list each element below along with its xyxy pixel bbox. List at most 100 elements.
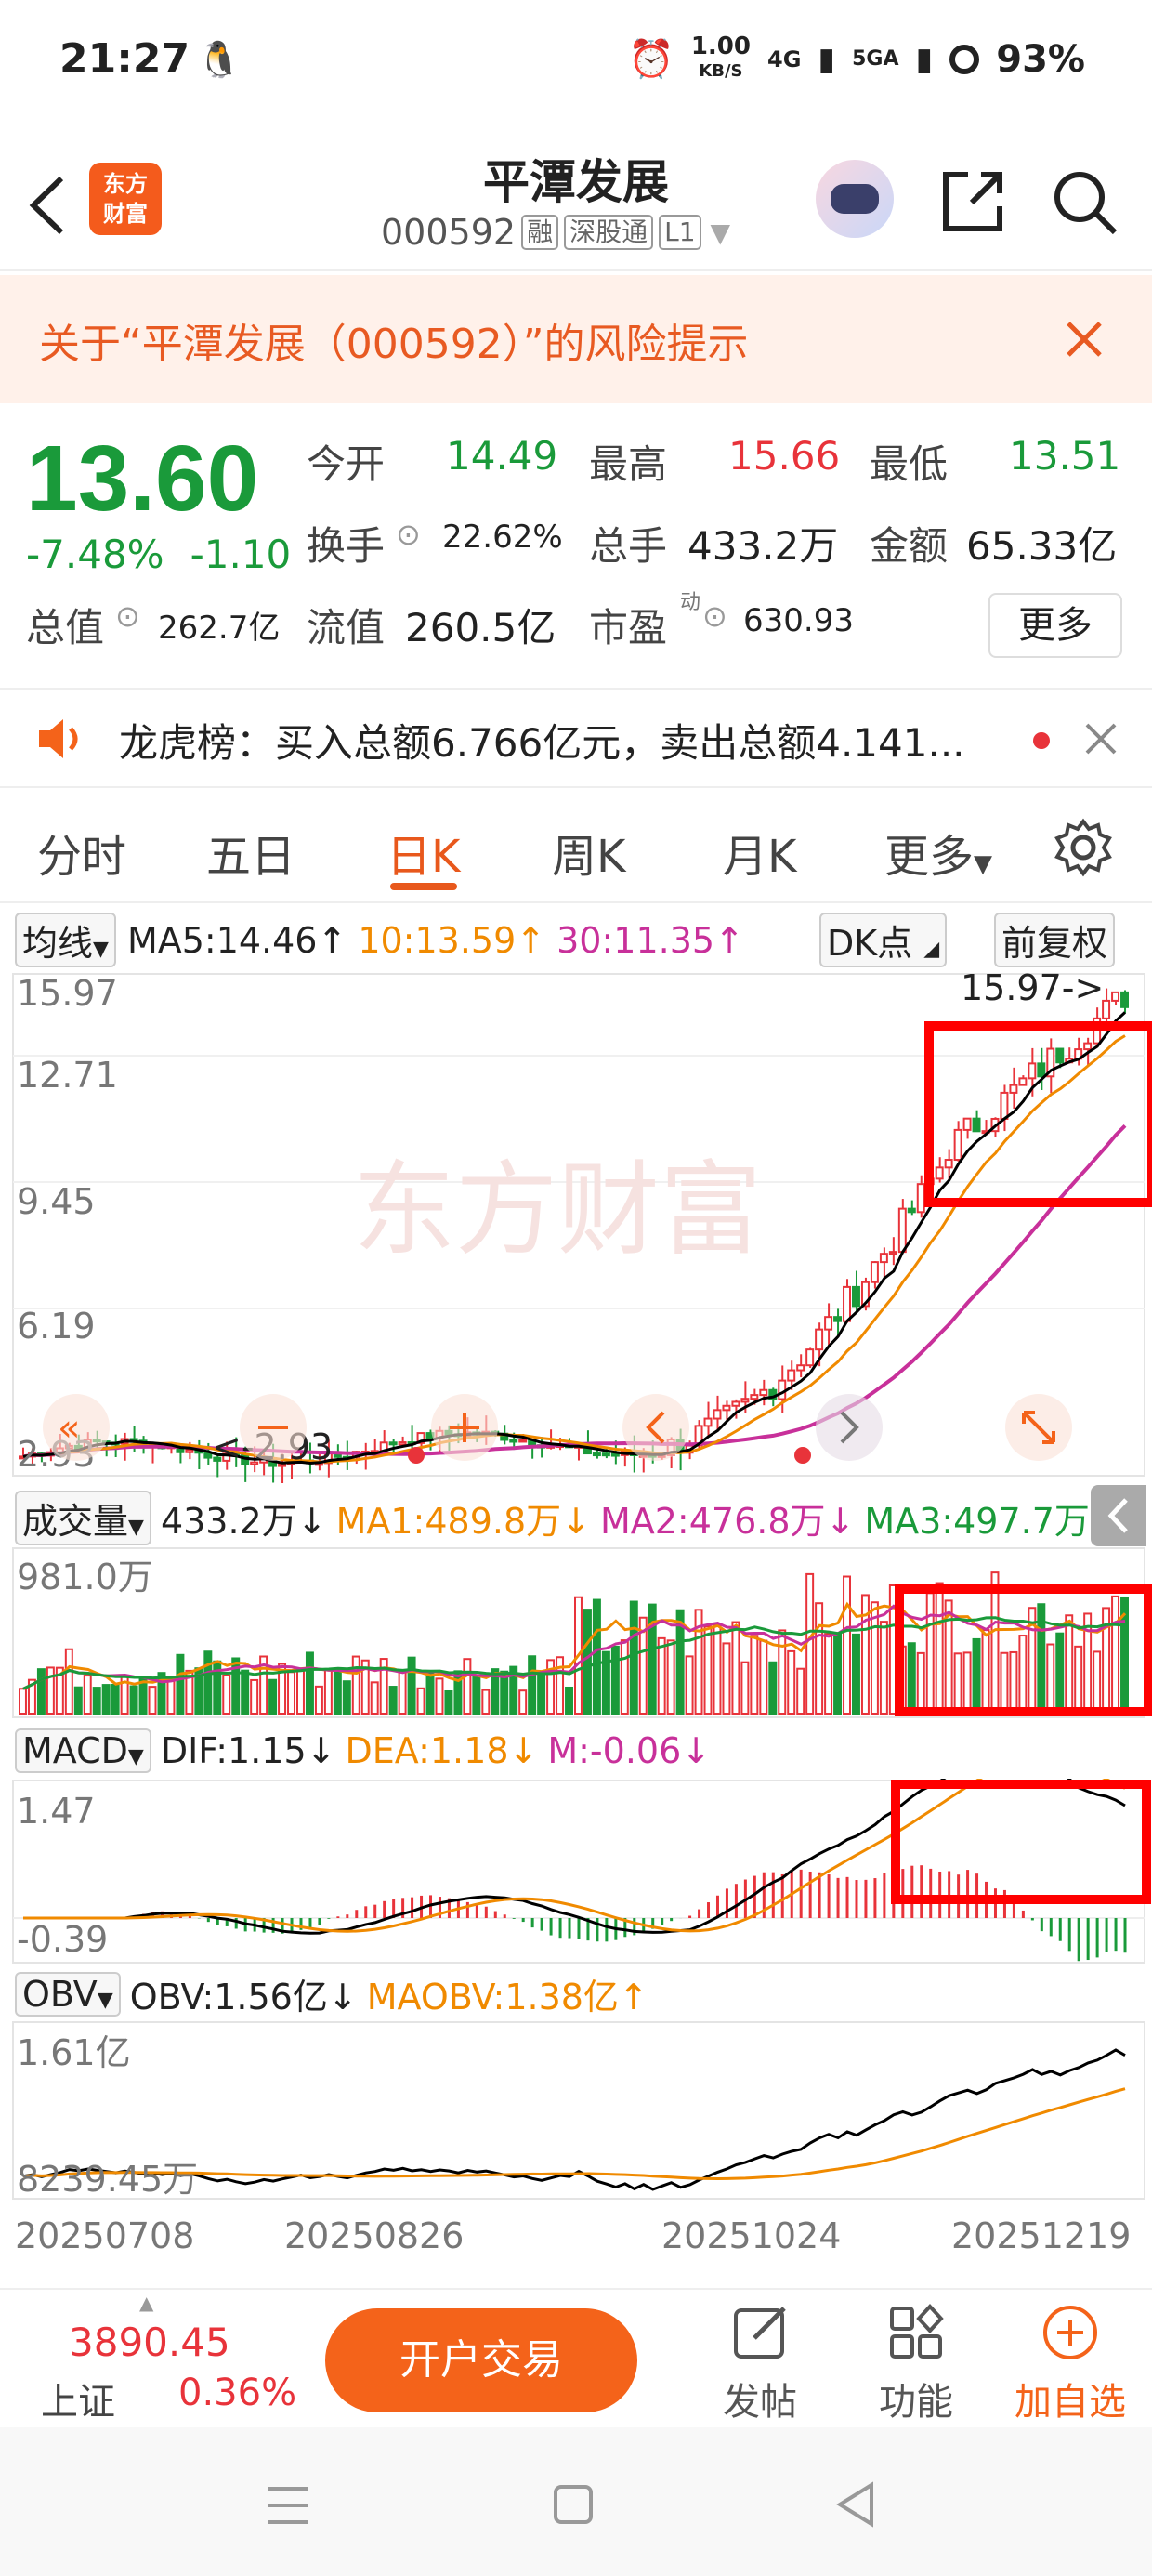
close-icon[interactable] bbox=[1065, 320, 1104, 359]
collapse-panel-button[interactable] bbox=[1091, 1485, 1146, 1546]
volume-bar bbox=[92, 1687, 101, 1715]
candle-body bbox=[1111, 991, 1120, 1002]
chevron-left-icon bbox=[1107, 1498, 1128, 1533]
kline-chart[interactable]: 东方财富 15.97 12.71 9.45 6.19 2.93 15.97-> … bbox=[0, 966, 1152, 1483]
y-label-0: 15.97 bbox=[17, 973, 118, 1014]
volume-selector[interactable]: 成交量▼ bbox=[15, 1491, 151, 1545]
robot-avatar[interactable] bbox=[816, 160, 894, 238]
scroll-right-button[interactable] bbox=[816, 1394, 883, 1461]
function-label: 功能 bbox=[879, 2381, 953, 2424]
risk-banner[interactable]: 关于“平潭发展（000592）”的风险提示 bbox=[0, 275, 1152, 403]
tab-more-label: 更多 bbox=[884, 831, 975, 883]
volume-bar bbox=[1111, 1595, 1120, 1715]
obv-chart[interactable]: 1.61亿 8239.45万 bbox=[0, 2020, 1152, 2206]
status-bar: 21:27 🐧 ⏰ 1.00 KB/S 4G ▮ 5GA ▮ 93% bbox=[0, 0, 1152, 139]
post-button[interactable]: 发帖 bbox=[704, 2303, 816, 2425]
settings-icon[interactable] bbox=[1054, 818, 1113, 877]
high-value: 15.66 bbox=[728, 433, 841, 479]
volume-bar bbox=[351, 1655, 360, 1715]
add-watchlist-button[interactable]: 加自选 bbox=[1015, 2303, 1126, 2425]
macd-selector[interactable]: MACD▼ bbox=[15, 1728, 151, 1773]
volume-bar bbox=[666, 1639, 675, 1715]
tag-connect: 深股通 bbox=[564, 215, 654, 250]
zoom-out-fast-button[interactable]: « bbox=[43, 1394, 110, 1461]
signal-dot-2[interactable] bbox=[794, 1447, 811, 1464]
volume-bar bbox=[305, 1651, 314, 1715]
candle-body bbox=[833, 1316, 843, 1322]
close-icon-2[interactable] bbox=[1083, 721, 1119, 756]
macd-legend: MACD▼ DIF:1.15↓ DEA:1.18↓ M:-0.06↓ bbox=[15, 1728, 711, 1773]
menu-icon[interactable] bbox=[266, 2485, 310, 2526]
adjust-button[interactable]: 前复权 bbox=[994, 913, 1116, 967]
tab-weekly-k[interactable]: 周K bbox=[552, 820, 625, 885]
volume-bar bbox=[583, 1609, 592, 1715]
y-label-1: 12.71 bbox=[17, 1055, 118, 1096]
dk-button[interactable]: DK点 ◢ bbox=[819, 913, 948, 967]
vol-ma2: MA2:476.8万↓ bbox=[599, 1501, 856, 1542]
candle-body bbox=[1028, 1062, 1037, 1080]
caret-down-icon: ▼ bbox=[710, 217, 731, 248]
volume-bar bbox=[407, 1656, 416, 1715]
volume-selector-label: 成交量 bbox=[22, 1501, 129, 1542]
tab-daily-k[interactable]: 日K bbox=[386, 820, 460, 885]
vol-ma1: MA1:489.8万↓ bbox=[335, 1501, 591, 1542]
edit-icon bbox=[734, 2307, 786, 2359]
function-button[interactable]: 功能 bbox=[860, 2303, 972, 2425]
macd-chart[interactable]: 1.47 -0.39 bbox=[0, 1779, 1152, 1965]
tag-level: L1 bbox=[659, 215, 701, 250]
change-amt: -1.10 bbox=[190, 532, 292, 577]
unread-dot bbox=[1033, 732, 1050, 749]
volume-bar bbox=[787, 1649, 796, 1715]
speaker-icon bbox=[39, 719, 78, 758]
candle-body bbox=[879, 1253, 888, 1264]
zoom-plus-button[interactable] bbox=[431, 1394, 498, 1461]
volume-bar bbox=[537, 1671, 546, 1715]
grid-icon bbox=[890, 2304, 944, 2359]
volume-bar bbox=[46, 1666, 55, 1715]
volume-bar bbox=[629, 1600, 638, 1715]
home-icon[interactable] bbox=[552, 2483, 595, 2526]
zoom-minus-button[interactable] bbox=[240, 1394, 307, 1461]
volume-bar bbox=[1009, 1650, 1018, 1715]
volume-bar bbox=[1055, 1632, 1065, 1715]
scroll-left-button[interactable] bbox=[622, 1394, 689, 1461]
search-icon[interactable] bbox=[1050, 167, 1120, 238]
net-speed-value: 1.00 bbox=[690, 33, 751, 60]
vol-y-label: 981.0万 bbox=[17, 1557, 153, 1597]
tab-monthly-k[interactable]: 月K bbox=[723, 820, 796, 885]
info-icon-3[interactable]: ⊙ bbox=[702, 598, 727, 634]
stock-code: 000592 bbox=[381, 212, 517, 253]
stock-code-row[interactable]: 000592 融 深股通 L1 ▼ bbox=[381, 212, 730, 253]
info-icon-2[interactable]: ⊙ bbox=[115, 598, 140, 634]
tab-five-day[interactable]: 五日 bbox=[206, 820, 295, 885]
ma-selector[interactable]: 均线▼ bbox=[15, 913, 116, 967]
dragon-tiger-bar[interactable]: 龙虎榜：买入总额6.766亿元，卖出总额4.141... bbox=[0, 688, 1152, 788]
volume-value: 433.2万 bbox=[687, 523, 839, 569]
macd-dea: DEA:1.18↓ bbox=[345, 1730, 539, 1771]
ma-selector-label: 均线 bbox=[22, 923, 94, 964]
ma-legend: 均线▼ MA5:14.46↑ 10:13.59↑ 30:11.35↑ bbox=[15, 913, 744, 967]
date-label-2: 20251024 bbox=[661, 2215, 842, 2256]
volume-bar bbox=[472, 1676, 481, 1715]
more-button[interactable]: 更多 bbox=[988, 593, 1122, 658]
volume-bar bbox=[416, 1687, 425, 1715]
signal-dot-1[interactable] bbox=[408, 1447, 425, 1464]
volume-chart[interactable]: 981.0万 bbox=[0, 1546, 1152, 1719]
back-nav-icon[interactable] bbox=[834, 2481, 877, 2528]
info-icon[interactable]: ⊙ bbox=[396, 517, 421, 552]
volume-bar bbox=[101, 1684, 111, 1715]
index-value[interactable]: 3890.45 bbox=[69, 2320, 230, 2365]
share-icon[interactable] bbox=[938, 167, 1007, 236]
fullscreen-button[interactable] bbox=[1005, 1394, 1072, 1461]
ma30-value: 30:11.35↑ bbox=[556, 919, 744, 961]
low-label: 最低 bbox=[870, 441, 949, 487]
caret-down-icon-4: ▼ bbox=[128, 1516, 144, 1539]
tab-more[interactable]: 更多▼ bbox=[884, 820, 992, 885]
volume-bar bbox=[1000, 1651, 1009, 1715]
candle-body bbox=[972, 1117, 981, 1133]
obv-selector[interactable]: OBV▼ bbox=[15, 1971, 121, 2017]
candle-body bbox=[509, 1439, 518, 1443]
candle-body bbox=[888, 1251, 897, 1255]
tab-intraday[interactable]: 分时 bbox=[37, 820, 126, 885]
open-account-button[interactable]: 开户交易 bbox=[325, 2308, 637, 2412]
